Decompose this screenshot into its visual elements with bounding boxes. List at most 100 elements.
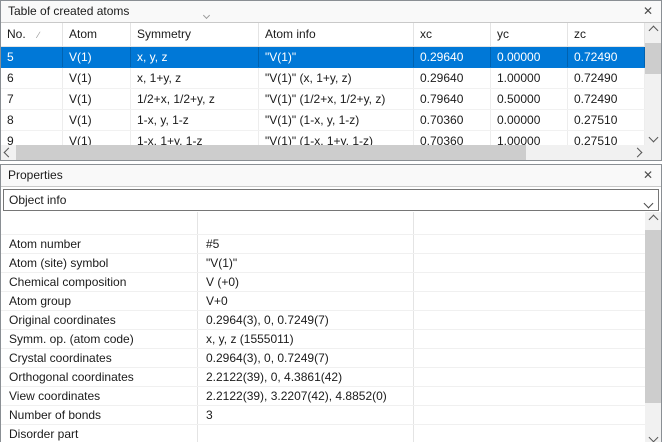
cell-yc: 1.00000 — [491, 68, 568, 88]
cell-zc: 0.27510 — [568, 131, 645, 145]
panel-menu-icon[interactable] — [204, 7, 209, 21]
property-value: V (+0) — [198, 273, 414, 291]
property-filler — [414, 349, 645, 367]
column-header-xc[interactable]: xc — [414, 23, 491, 46]
workspace: Table of created atoms ✕ No. ∕ Atom Symme… — [0, 0, 662, 442]
property-label: Original coordinates — [1, 311, 198, 329]
horizontal-scrollbar[interactable] — [1, 145, 645, 160]
cell-zc: 0.72490 — [568, 68, 645, 88]
scroll-up-icon[interactable] — [645, 23, 661, 38]
column-header-no[interactable]: No. ∕ — [1, 23, 63, 46]
scroll-down-icon[interactable] — [645, 130, 661, 145]
property-label: Disorder part — [1, 425, 198, 442]
property-label: Atom number — [1, 235, 198, 253]
property-row: Crystal coordinates 0.2964(3), 0, 0.7249… — [1, 349, 645, 368]
property-value: "V(1)" — [198, 254, 414, 272]
property-row: Orthogonal coordinates 2.2122(39), 0, 4.… — [1, 368, 645, 387]
cell-symmetry: 1/2+x, 1/2+y, z — [131, 89, 259, 109]
cell-no: 9 — [1, 131, 63, 145]
scrollbar-corner — [645, 145, 661, 160]
cell-xc: 0.29640 — [414, 47, 491, 67]
scroll-down-icon[interactable] — [645, 430, 661, 442]
property-row: Number of bonds 3 — [1, 406, 645, 425]
cell-atom: V(1) — [63, 131, 131, 145]
property-row: Disorder part — [1, 425, 645, 442]
column-header-zc[interactable]: zc — [568, 23, 645, 46]
property-filler — [414, 235, 645, 253]
property-value: V+0 — [198, 292, 414, 310]
cell-atom-info: "V(1)" (1/2+x, 1/2+y, z) — [259, 89, 414, 109]
property-label: Atom group — [1, 292, 198, 310]
table-row[interactable]: 9 V(1) 1-x, 1+y, 1-z "V(1)" (1-x, 1+y, 1… — [1, 131, 645, 145]
column-header-yc[interactable]: yc — [491, 23, 568, 46]
cell-no: 7 — [1, 89, 63, 109]
property-row: Symm. op. (atom code) x, y, z (1555011) — [1, 330, 645, 349]
property-label: Symm. op. (atom code) — [1, 330, 198, 348]
close-icon[interactable]: ✕ — [639, 166, 657, 184]
property-filler — [414, 273, 645, 291]
property-row: Atom number #5 — [1, 235, 645, 254]
property-label: View coordinates — [1, 387, 198, 405]
atoms-panel: Table of created atoms ✕ No. ∕ Atom Symme… — [0, 0, 662, 161]
property-filler — [414, 425, 645, 442]
cell-symmetry: 1-x, 1+y, 1-z — [131, 131, 259, 145]
cell-atom: V(1) — [63, 89, 131, 109]
cell-atom-info: "V(1)" (1-x, y, 1-z) — [259, 110, 414, 130]
cell-atom: V(1) — [63, 47, 131, 67]
property-filler — [414, 406, 645, 424]
column-header-atom[interactable]: Atom — [63, 23, 131, 46]
property-value: 3 — [198, 406, 414, 424]
property-grid: Atom number #5 Atom (site) symbol "V(1)"… — [1, 212, 645, 442]
cell-yc: 0.00000 — [491, 110, 568, 130]
property-value: 0.2964(3), 0, 0.7249(7) — [198, 349, 414, 367]
vertical-scrollbar-thumb[interactable] — [645, 230, 661, 403]
vertical-scrollbar-thumb[interactable] — [645, 43, 661, 74]
chevron-down-icon[interactable] — [645, 196, 652, 210]
property-row-empty — [1, 212, 645, 235]
property-filler — [414, 254, 645, 272]
vertical-scrollbar[interactable] — [645, 212, 661, 442]
property-label: Atom (site) symbol — [1, 254, 198, 272]
property-row: Atom group V+0 — [1, 292, 645, 311]
cell-no: 8 — [1, 110, 63, 130]
table-row[interactable]: 7 V(1) 1/2+x, 1/2+y, z "V(1)" (1/2+x, 1/… — [1, 89, 645, 110]
scroll-up-icon[interactable] — [645, 212, 661, 227]
table-row[interactable]: 8 V(1) 1-x, y, 1-z "V(1)" (1-x, y, 1-z) … — [1, 110, 645, 131]
column-header-no-label: No. — [7, 27, 26, 41]
cell-zc: 0.27510 — [568, 110, 645, 130]
property-label: Number of bonds — [1, 406, 198, 424]
atoms-panel-titlebar[interactable]: Table of created atoms ✕ — [1, 1, 661, 23]
scroll-right-icon[interactable] — [630, 145, 645, 160]
vertical-scrollbar[interactable] — [645, 23, 661, 145]
cell-yc: 1.00000 — [491, 131, 568, 145]
property-value: #5 — [198, 235, 414, 253]
horizontal-scrollbar-thumb[interactable] — [16, 145, 526, 160]
property-value — [198, 212, 414, 234]
property-label — [1, 212, 198, 234]
property-value: x, y, z (1555011) — [198, 330, 414, 348]
column-header-atom-info[interactable]: Atom info — [259, 23, 414, 46]
cell-atom: V(1) — [63, 110, 131, 130]
property-filler — [414, 330, 645, 348]
column-header-symmetry[interactable]: Symmetry — [131, 23, 259, 46]
object-info-select[interactable]: Object info — [3, 189, 659, 211]
property-value: 2.2122(39), 3.2207(42), 4.8852(0) — [198, 387, 414, 405]
property-filler — [414, 368, 645, 386]
atoms-table-body: 5 V(1) x, y, z "V(1)" 0.29640 0.00000 0.… — [1, 47, 645, 145]
scroll-left-icon[interactable] — [1, 145, 16, 160]
cell-symmetry: x, 1+y, z — [131, 68, 259, 88]
property-filler — [414, 311, 645, 329]
sort-ascending-icon: ∕ — [38, 30, 40, 40]
cell-no: 5 — [1, 47, 63, 67]
close-icon[interactable]: ✕ — [639, 2, 657, 20]
cell-zc: 0.72490 — [568, 89, 645, 109]
cell-zc: 0.72490 — [568, 47, 645, 67]
table-row[interactable]: 6 V(1) x, 1+y, z "V(1)" (x, 1+y, z) 0.29… — [1, 68, 645, 89]
properties-panel-titlebar[interactable]: Properties ✕ — [1, 165, 661, 187]
table-row[interactable]: 5 V(1) x, y, z "V(1)" 0.29640 0.00000 0.… — [1, 47, 645, 68]
property-label: Crystal coordinates — [1, 349, 198, 367]
cell-xc: 0.70360 — [414, 131, 491, 145]
property-label: Chemical composition — [1, 273, 198, 291]
property-filler — [414, 212, 645, 234]
cell-atom-info: "V(1)" (x, 1+y, z) — [259, 68, 414, 88]
